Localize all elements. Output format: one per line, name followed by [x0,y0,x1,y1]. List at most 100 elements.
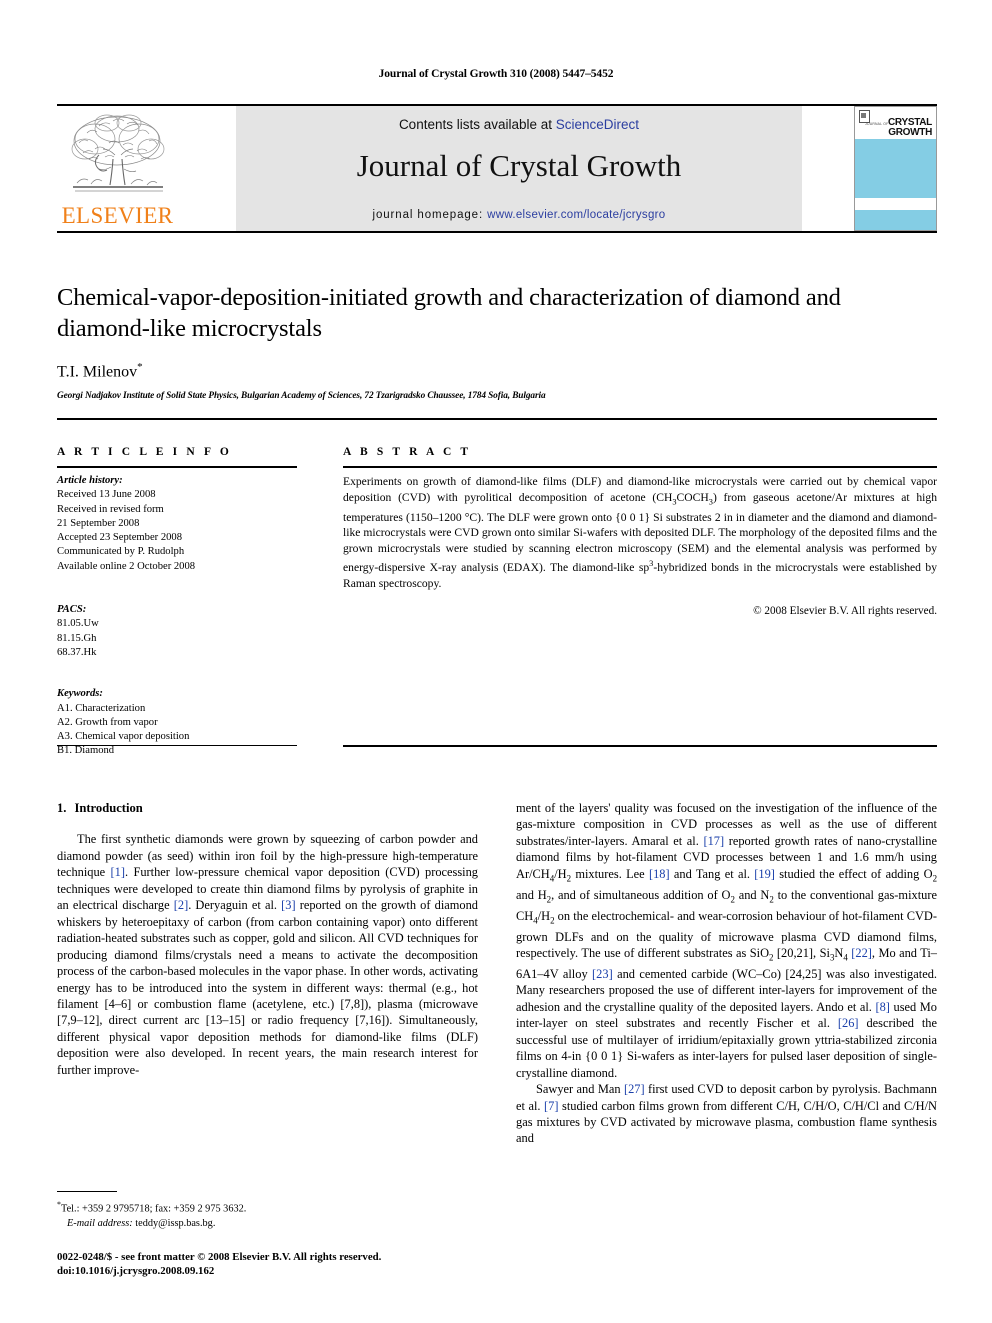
issn-copyright-line: 0022-0248/$ - see front matter © 2008 El… [57,1251,382,1263]
journal-title: Journal of Crystal Growth [356,148,682,183]
pacs-item: 68.37.Hk [57,646,97,658]
citation-ref[interactable]: [3] [281,898,295,912]
email-label: E-mail address: [67,1217,133,1229]
keyword-item: B1. Diamond [57,745,115,757]
cover-color-block-top [855,139,936,198]
divider-info-bottom [57,745,297,746]
text-seg: and N [734,887,770,902]
keywords-group: Keywords: A1. Characterization A2. Growt… [57,687,300,758]
footnote-divider [57,1191,117,1192]
history-item: Received in revised form [57,503,164,515]
abstract-heading: A B S T R A C T [343,446,472,458]
text-seg: studied carbon films grown from differen… [516,1098,937,1146]
cover-header: JOURNAL OF CRYSTAL GROWTH [855,107,936,139]
footnote-contact-text: Tel.: +359 2 9795718; fax: +359 2 975 36… [61,1203,247,1215]
history-item: Available online 2 October 2008 [57,560,196,572]
paragraph: The first synthetic diamonds were grown … [57,831,478,1078]
divider-abstract-top [343,466,937,468]
abstract-copyright: © 2008 Elsevier B.V. All rights reserved… [753,605,937,618]
citation-ref[interactable]: [7] [544,1099,558,1113]
journal-homepage-link[interactable]: www.elsevier.com/locate/jcrysgro [487,209,665,221]
journal-cover-thumbnail[interactable]: JOURNAL OF CRYSTAL GROWTH [854,106,937,231]
contents-prefix: Contents lists available at [398,117,556,132]
affiliation: Georgi Nadjakov Institute of Solid State… [57,391,546,402]
body-column-right: ment of the layers' quality was focused … [516,800,937,1147]
divider-info-top [57,466,297,468]
abstract-text: Experiments on growth of diamond-like fi… [343,474,937,591]
abstract-column: Experiments on growth of diamond-like fi… [343,474,937,620]
subscript: 2 [932,873,938,884]
citation-ref[interactable]: [19] [754,867,775,881]
citation-ref[interactable]: [18] [649,867,670,881]
paragraph: ment of the layers' quality was focused … [516,800,937,1081]
keyword-item: A3. Chemical vapor deposition [57,731,190,743]
footnote-email: E-mail address: teddy@issp.bas.bg. [57,1217,478,1232]
cover-white-gap [855,198,936,210]
text-seg: N [834,946,844,961]
section-title-text: Introduction [74,801,143,815]
page-title: Chemical-vapor-deposition-initiated grow… [57,284,841,342]
section-number: 1. [57,801,67,815]
divider-above-info [57,418,937,420]
citation-ref[interactable]: [27] [624,1082,645,1096]
journal-masthead: ELSEVIER Contents lists available at Sci… [57,104,937,233]
pacs-item: 81.05.Uw [57,618,99,630]
article-info-heading: A R T I C L E I N F O [57,446,232,458]
text-seg: reported on the growth of diamond whiske… [57,898,478,1077]
citation-ref[interactable]: [2] [174,898,188,912]
abstract-seg-2: COCH [676,490,709,504]
cover-title: CRYSTAL GROWTH [888,118,932,137]
history-item: Accepted 23 September 2008 [57,532,183,544]
author-name: T.I. Milenov [57,363,138,381]
cover-color-block-bottom [855,210,936,230]
citation-ref[interactable]: [26] [838,1016,859,1030]
body-column-left: 1. Introduction The first synthetic diamo… [57,800,478,1078]
pacs-group: PACS: 81.05.Uw 81.15.Gh 68.37.Hk [57,603,300,660]
elsevier-logo: ELSEVIER [57,106,178,231]
article-info-column: Article history: Received 13 June 2008 R… [57,474,300,759]
homepage-prefix: journal homepage: [372,209,488,221]
citation-ref[interactable]: [23] [592,967,613,981]
journal-homepage-line: journal homepage: www.elsevier.com/locat… [236,209,802,221]
text-seg: /H [554,866,567,881]
footnote-block: *Tel.: +359 2 9795718; fax: +359 2 975 3… [57,1198,478,1231]
text-seg: /H [537,908,551,923]
text-seg: and H [516,887,547,902]
keyword-item: A1. Characterization [57,702,146,714]
paragraph: Sawyer and Man [27] first used CVD to de… [516,1081,937,1147]
masthead-center-band: Contents lists available at ScienceDirec… [236,106,802,231]
imprint-block: 0022-0248/$ - see front matter © 2008 El… [57,1250,557,1278]
history-item: 21 September 2008 [57,517,140,529]
email-address[interactable]: teddy@issp.bas.bg. [133,1218,215,1229]
pacs-item: 81.15.Gh [57,632,97,644]
sciencedirect-link[interactable]: ScienceDirect [556,117,639,132]
text-seg: . Deryaguin et al. [188,898,282,913]
citation-ref[interactable]: [17] [703,834,724,848]
article-history-group: Article history: Received 13 June 2008 R… [57,474,300,574]
history-item: Received 13 June 2008 [57,489,156,501]
author-footnote-marker[interactable]: * [137,361,143,373]
text-seg: Sawyer and Man [536,1082,624,1097]
citation-ref[interactable]: [1] [111,865,125,879]
running-head: Journal of Crystal Growth 310 (2008) 544… [378,68,614,80]
elsevier-tree-icon [65,109,170,204]
keywords-label: Keywords: [57,688,103,700]
article-history-label: Article history: [57,475,123,486]
doi-line[interactable]: doi:10.1016/j.jcrysgro.2008.09.162 [57,1264,557,1278]
text-seg: studied the effect of adding O [774,866,933,881]
history-item: Communicated by P. Rudolph [57,546,185,558]
text-seg: , and of simultaneous addition of O [551,887,731,902]
text-seg: and Tang et al. [669,866,755,881]
divider-abstract-bottom [343,745,937,747]
pacs-label: PACS: [57,604,87,616]
text-seg: [20,21], Si [773,946,830,961]
citation-ref[interactable]: [8] [875,1000,889,1014]
keyword-item: A2. Growth from vapor [57,716,158,728]
footnote-contact: *Tel.: +359 2 9795718; fax: +359 2 975 3… [57,1198,478,1217]
citation-ref[interactable]: [22] [851,946,872,960]
elsevier-wordmark: ELSEVIER [61,203,174,228]
contents-list-line: Contents lists available at ScienceDirec… [236,117,802,132]
cover-title-line2: GROWTH [888,126,932,138]
article-page: Journal of Crystal Growth 310 (2008) 544… [0,0,992,1323]
section-heading-introduction: 1. Introduction [57,800,478,816]
